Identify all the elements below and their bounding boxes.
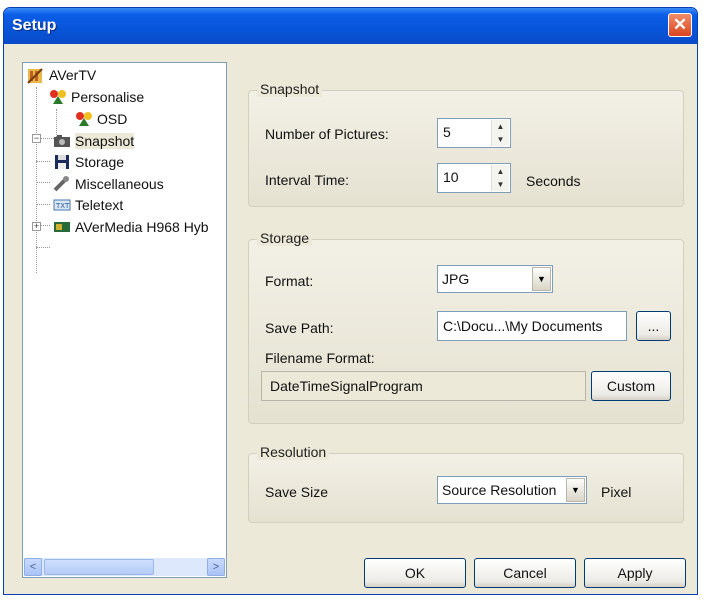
scroll-right-button[interactable]: > — [207, 558, 225, 576]
save-size-value: Source Resolution — [442, 482, 557, 498]
spinner-arrows[interactable]: ▲ ▼ — [491, 120, 509, 146]
snapshot-legend: Snapshot — [257, 81, 323, 97]
pixel-unit-label: Pixel — [601, 484, 632, 500]
tree-connector — [36, 182, 50, 183]
interval-time-value: 10 — [443, 169, 459, 185]
save-size-select[interactable]: Source Resolution ▼ — [437, 476, 587, 504]
chevron-down-icon[interactable]: ▼ — [532, 267, 551, 291]
floppy-disk-icon — [53, 154, 71, 170]
storage-legend: Storage — [257, 230, 313, 246]
close-button[interactable]: ✕ — [668, 13, 692, 37]
format-select[interactable]: JPG ▼ — [437, 265, 553, 293]
cancel-button[interactable]: Cancel — [474, 558, 576, 588]
interval-time-label: Interval Time: — [265, 172, 350, 188]
format-value: JPG — [442, 271, 470, 287]
resolution-legend: Resolution — [257, 444, 330, 460]
spin-up-icon[interactable]: ▲ — [492, 165, 509, 178]
collapse-icon[interactable]: − — [32, 134, 41, 143]
save-path-value: C:\Docu...\My Documents — [443, 318, 603, 334]
avertv-icon — [27, 67, 45, 84]
tree-connector — [36, 247, 50, 248]
wrench-icon — [53, 176, 71, 192]
chevron-right-icon: > — [212, 561, 220, 573]
dialog-client: AVerTV − Personalise OSD Snapshot Storag… — [8, 44, 693, 590]
ok-button[interactable]: OK — [364, 558, 466, 588]
save-path-label: Save Path: — [265, 320, 334, 336]
ellipsis-icon: ... — [647, 318, 660, 334]
scroll-left-button[interactable]: < — [24, 558, 42, 576]
title-bar[interactable]: Setup ✕ — [4, 8, 697, 44]
filename-format-value: DateTimeSignalProgram — [270, 378, 423, 394]
chevron-down-icon[interactable]: ▼ — [566, 478, 585, 502]
tv-card-icon — [53, 219, 71, 235]
chevron-left-icon: < — [29, 561, 37, 573]
spinner-arrows[interactable]: ▲ ▼ — [491, 165, 509, 191]
spin-down-icon[interactable]: ▼ — [492, 133, 509, 146]
expand-icon[interactable]: + — [32, 222, 41, 231]
tree-connector — [36, 204, 50, 205]
osd-icon — [75, 111, 93, 127]
close-icon: ✕ — [672, 15, 688, 34]
filename-format-label: Filename Format: — [265, 350, 375, 366]
custom-button[interactable]: Custom — [591, 371, 671, 401]
tree-connector — [36, 161, 50, 162]
scroll-thumb[interactable] — [44, 559, 154, 575]
browse-button[interactable]: ... — [636, 311, 671, 341]
format-label: Format: — [265, 273, 314, 289]
settings-tree[interactable]: AVerTV − Personalise OSD Snapshot Storag… — [22, 62, 227, 578]
svg-text:TXT: TXT — [55, 202, 70, 210]
interval-time-spinner[interactable]: 10 ▲ ▼ — [437, 163, 511, 193]
spin-down-icon[interactable]: ▼ — [492, 178, 509, 191]
apply-button[interactable]: Apply — [584, 558, 686, 588]
filename-format-field: DateTimeSignalProgram — [261, 371, 586, 401]
window-title: Setup — [12, 17, 57, 34]
number-of-pictures-value: 5 — [443, 124, 451, 140]
camera-icon — [53, 133, 71, 149]
tree-connector — [36, 87, 37, 273]
save-size-label: Save Size — [265, 484, 329, 500]
save-path-field[interactable]: C:\Docu...\My Documents — [437, 311, 627, 341]
interval-unit-label: Seconds — [526, 173, 581, 189]
teletext-icon: TXT — [53, 197, 71, 213]
setup-dialog: Setup ✕ AVerTV − Personalise OSD Snapsho… — [3, 7, 698, 595]
spin-up-icon[interactable]: ▲ — [492, 120, 509, 133]
personalise-icon — [49, 89, 67, 105]
number-of-pictures-label: Number of Pictures: — [265, 126, 389, 142]
tree-horizontal-scrollbar[interactable]: < > — [24, 558, 225, 576]
number-of-pictures-spinner[interactable]: 5 ▲ ▼ — [437, 118, 511, 148]
